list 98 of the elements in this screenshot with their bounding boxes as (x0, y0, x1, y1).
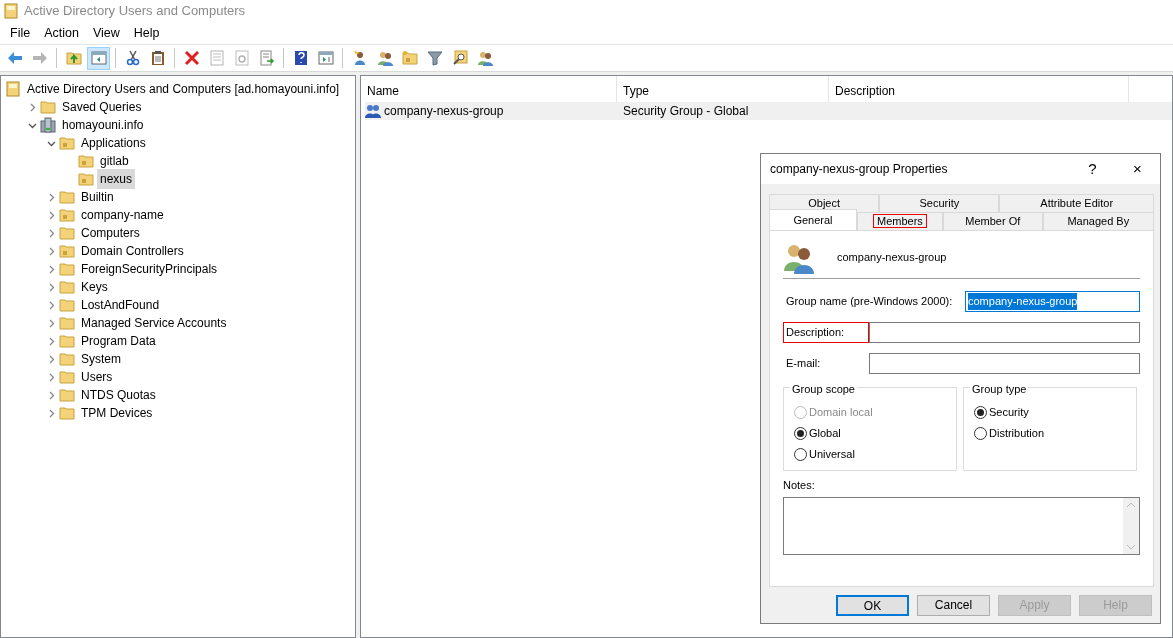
folder-icon (40, 99, 56, 115)
tree-item[interactable]: Keys (78, 277, 111, 297)
tree-item[interactable]: Saved Queries (59, 97, 145, 117)
tab[interactable]: General (769, 209, 857, 230)
tree-item[interactable]: Active Directory Users and Computers [ad.homayouni.info] (24, 79, 343, 99)
tree-item[interactable]: nexus (97, 169, 136, 189)
new-folder-icon (401, 50, 418, 66)
notes-field[interactable] (783, 496, 1140, 555)
menu-item[interactable]: Help (127, 23, 168, 43)
folder-document-icon (59, 207, 75, 223)
folder-document-icon (59, 243, 75, 259)
radio-button[interactable] (974, 406, 987, 419)
tree-item[interactable]: gitlab (97, 151, 132, 171)
folder-up-icon (65, 50, 82, 66)
action-pane-icon (317, 50, 334, 66)
help-button[interactable]: ? (1070, 155, 1115, 183)
tree-item[interactable]: Builtin (78, 187, 117, 207)
radio-button[interactable] (794, 427, 807, 440)
dialog-title: company-nexus-group Properties (770, 161, 949, 178)
field-label: Description: (783, 322, 869, 343)
console-icon (4, 3, 18, 19)
radio-option[interactable]: Security (974, 402, 1128, 423)
tree-item[interactable]: Computers (78, 223, 143, 243)
delete-icon (183, 50, 200, 66)
tree-item[interactable]: Users (78, 367, 116, 387)
clipboard-icon (149, 50, 166, 66)
folder-icon (59, 189, 75, 205)
tree-item[interactable]: Program Data (78, 331, 159, 351)
console-icon (5, 81, 21, 97)
tab[interactable]: Attribute Editor (999, 194, 1154, 212)
folder-icon (59, 369, 75, 385)
properties-icon (208, 50, 225, 66)
radio-option[interactable]: Global (794, 423, 948, 444)
tree-item[interactable]: Managed Service Accounts (78, 313, 230, 333)
console-tree-icon (90, 50, 107, 66)
tab[interactable]: Member Of (942, 212, 1043, 230)
tree-item[interactable]: homayouni.info (59, 115, 147, 135)
group-name: company-nexus-group (837, 250, 947, 266)
list-cell-text: Security Group - Global (623, 103, 750, 120)
menu-item[interactable]: File (4, 23, 39, 43)
tree-item[interactable]: ForeignSecurityPrincipals (78, 259, 221, 279)
folder-icon (59, 387, 75, 403)
find-icon (451, 50, 468, 66)
menu-item[interactable]: View (86, 23, 128, 43)
folder-document-icon (78, 153, 94, 169)
list-cell-text: company-nexus-group (384, 103, 504, 120)
tab[interactable]: Members (856, 212, 943, 230)
tree-item[interactable]: LostAndFound (78, 295, 163, 315)
radio-button[interactable] (974, 427, 987, 440)
export-list-icon (258, 50, 275, 66)
folder-icon (59, 351, 75, 367)
console-tree-button[interactable] (87, 46, 110, 70)
scissors-icon (124, 50, 141, 66)
window-title: Active Directory Users and Computers (24, 2, 246, 21)
tree-item[interactable]: company-name (78, 205, 167, 225)
forward-arrow-icon (31, 50, 48, 66)
field-label: E-mail: (785, 356, 822, 372)
tree-item[interactable]: TPM Devices (78, 403, 156, 423)
tree-item[interactable]: Applications (78, 133, 149, 153)
dialog-button[interactable]: Cancel (917, 594, 990, 616)
help-icon (292, 50, 309, 66)
tab[interactable]: Security (879, 194, 1000, 212)
radio-option[interactable]: Universal (794, 444, 948, 465)
server-icon (40, 117, 56, 133)
folder-icon (59, 261, 75, 277)
new-group-icon (376, 50, 393, 66)
input-field[interactable] (869, 322, 1140, 343)
tab[interactable]: Managed By (1042, 212, 1154, 230)
folder-document-icon (59, 135, 75, 151)
input-field[interactable] (869, 353, 1140, 374)
input-field[interactable]: company-nexus-group (965, 291, 1140, 312)
tree-item[interactable]: Domain Controllers (78, 241, 187, 261)
scroll-up-icon (1127, 501, 1135, 507)
folder-icon (59, 405, 75, 421)
refresh-icon (233, 50, 250, 66)
notes-label: Notes: (783, 478, 816, 493)
field-label: Group name (pre-Windows 2000): (785, 294, 954, 310)
tree-item[interactable]: System (78, 349, 124, 369)
folder-icon (59, 333, 75, 349)
radio-option[interactable]: Distribution (974, 423, 1128, 444)
back-arrow-icon (6, 50, 23, 66)
menu-item[interactable]: Action (38, 23, 87, 43)
filter-icon (426, 50, 443, 66)
tree-item[interactable]: NTDS Quotas (78, 385, 159, 405)
new-user-icon (351, 50, 368, 66)
add-to-group-icon (476, 50, 493, 66)
folder-document-icon (78, 171, 94, 187)
tab[interactable]: Object (769, 194, 880, 212)
scroll-down-icon (1127, 544, 1135, 550)
folder-icon (59, 225, 75, 241)
dialog-button[interactable]: OK (836, 594, 909, 616)
radio-button[interactable] (794, 448, 807, 461)
close-button[interactable]: × (1115, 155, 1160, 183)
users-icon (365, 103, 381, 119)
folder-icon (59, 279, 75, 295)
folder-icon (59, 297, 75, 313)
folder-icon (59, 315, 75, 331)
list-row[interactable]: company-nexus-group Security Group - Global (365, 102, 1172, 120)
